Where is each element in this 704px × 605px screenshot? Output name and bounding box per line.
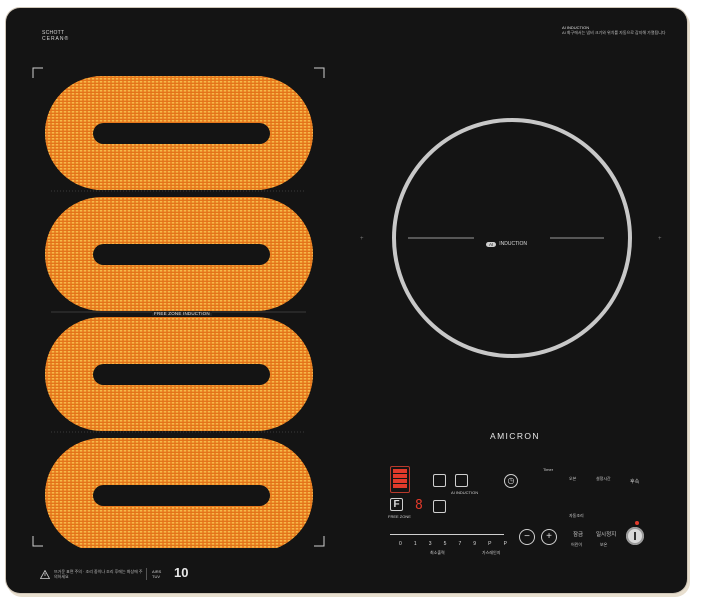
- power-indicator-led: [635, 521, 639, 525]
- coil-1: [45, 76, 313, 190]
- power-level-indicator[interactable]: [390, 466, 410, 493]
- free-zone-coils: [32, 67, 325, 548]
- zone-select-button-2[interactable]: [433, 500, 446, 513]
- slider-right-label: 가스레인지: [482, 550, 501, 555]
- power-button[interactable]: [626, 527, 644, 545]
- pause-sub-label: 보온: [600, 542, 608, 547]
- warning-icon: [40, 570, 50, 579]
- coil-3: [45, 317, 313, 431]
- plus-button[interactable]: +: [541, 529, 557, 545]
- schott-ceran-logo: SCHOTT CERAN®: [42, 30, 70, 42]
- free-zone-button[interactable]: F: [390, 498, 403, 511]
- timer-icon[interactable]: ◷: [504, 474, 518, 488]
- level-display: 8: [415, 498, 423, 513]
- amicron-logo: AMICRON: [490, 431, 540, 441]
- certification-badge: AIRS TUV: [152, 569, 162, 579]
- certification-number: 10: [174, 565, 189, 580]
- power-slider[interactable]: 0 1 3 5 7 9 P P: [399, 541, 507, 547]
- timer-label-a[interactable]: 오븐: [569, 476, 576, 481]
- induction-label: AI INDUCTION: [486, 241, 527, 247]
- warning-text: 뜨거운 표면 주의 · 조리 중이나 조리 후에는 화상에 주의하세요: [54, 569, 143, 579]
- lock-sub-label: 어린이: [571, 542, 583, 547]
- ai-induction-note: AI INDUCTION AI 화구에서는 냄비 크기와 위치를 자동으로 감지…: [562, 25, 666, 35]
- slider-left-label: 최소출력: [430, 550, 445, 555]
- minus-button[interactable]: −: [519, 529, 535, 545]
- timer-label-c[interactable]: 후속: [630, 480, 639, 485]
- svg-text:+: +: [658, 236, 662, 242]
- zone-select-button-1[interactable]: [433, 474, 446, 487]
- coil-4: [45, 438, 313, 548]
- ai-induction-zone: + +: [360, 118, 662, 358]
- svg-text:+: +: [360, 236, 364, 242]
- ai-chip: AI: [486, 241, 497, 247]
- lock-button[interactable]: 잠금: [573, 532, 583, 538]
- slider-track: [390, 534, 504, 535]
- ai-induction-button[interactable]: [455, 474, 468, 487]
- cooktop-surface: SCHOTT CERAN® AI INDUCTION AI 화구에서는 냄비 크…: [6, 8, 687, 593]
- mode-label: Timer: [543, 467, 554, 472]
- timer-label-b[interactable]: 설정시간: [596, 476, 611, 481]
- divider: [146, 568, 147, 580]
- coil-2: [45, 197, 313, 311]
- free-zone-label: FREE ZONE INDUCTION: [152, 311, 212, 316]
- timer-label-d: 자동조리: [569, 513, 584, 518]
- pause-button[interactable]: 일시정지: [596, 532, 616, 538]
- free-zone-sub-label: FREE ZONE: [388, 514, 411, 519]
- ai-induction-sub-label: AI INDUCTION: [451, 490, 479, 495]
